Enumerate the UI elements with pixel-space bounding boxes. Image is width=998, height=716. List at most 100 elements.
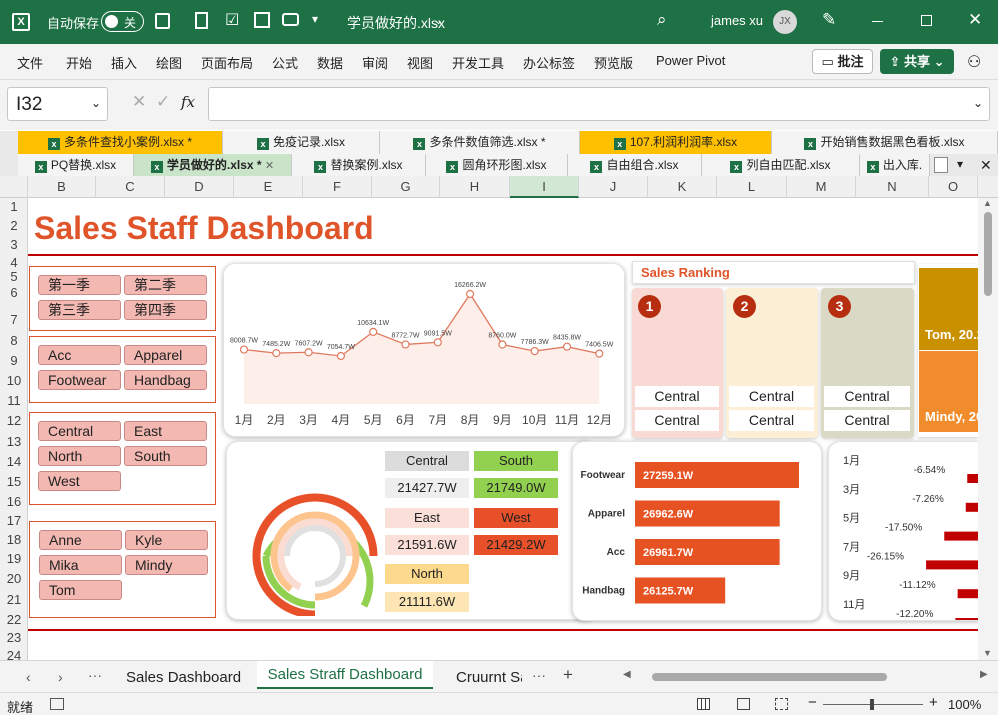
close-icon[interactable]: ✕: [968, 10, 982, 30]
insert-function-icon[interactable]: fx: [181, 93, 195, 111]
enter-icon[interactable]: ✓: [156, 92, 170, 112]
autosave-toggle[interactable]: 关: [101, 11, 144, 32]
page-layout-icon[interactable]: [737, 698, 750, 710]
maximize-icon[interactable]: [921, 15, 932, 26]
worksheet-grid[interactable]: Sales Staff Dashboard 第一季 第二季 第三季 第四季 Ac…: [28, 198, 978, 660]
pen-icon[interactable]: ✎: [822, 10, 836, 30]
cancel-icon[interactable]: ✕: [132, 92, 146, 112]
ribbon-tab-review[interactable]: 审阅: [362, 53, 388, 72]
column-header[interactable]: G: [372, 176, 440, 198]
row-header[interactable]: 11: [0, 393, 28, 408]
sheet-tab-active[interactable]: Sales Straff Dashboard: [257, 661, 433, 689]
check-icon[interactable]: ☑: [225, 10, 239, 30]
more-sheets-icon[interactable]: ···: [88, 667, 102, 683]
comment-button[interactable]: ▭ 批注: [812, 49, 873, 74]
ribbon-tab-formulas[interactable]: 公式: [272, 53, 298, 72]
slicer-item[interactable]: 第四季: [124, 300, 207, 320]
zoom-in-icon[interactable]: +: [929, 694, 938, 711]
column-header[interactable]: O: [929, 176, 978, 198]
hscroll-right-icon[interactable]: ▶: [980, 669, 988, 680]
row-header[interactable]: 9: [0, 353, 28, 368]
ribbon-tab-data[interactable]: 数据: [317, 53, 343, 72]
sheet-tab[interactable]: Sales Dashboard: [126, 669, 241, 686]
slicer-item[interactable]: Handbag: [124, 370, 207, 390]
row-header[interactable]: 4: [0, 255, 28, 270]
ribbon-tab-office-tabs[interactable]: 办公标签: [523, 53, 575, 72]
slicer-item[interactable]: Mika: [39, 555, 122, 575]
column-header[interactable]: F: [303, 176, 372, 198]
slicer-item[interactable]: Central: [38, 421, 121, 441]
close-icon[interactable]: ✕: [980, 157, 992, 174]
column-header[interactable]: H: [440, 176, 510, 198]
customize-icon[interactable]: ▾: [312, 12, 318, 26]
prev-sheet-icon[interactable]: ‹: [26, 669, 31, 685]
select-all-corner[interactable]: [0, 176, 28, 198]
vertical-scrollbar[interactable]: ▲ ▼: [978, 198, 998, 660]
column-header[interactable]: D: [165, 176, 234, 198]
slicer-item[interactable]: Apparel: [124, 345, 207, 365]
workbook-tab[interactable]: x 列自由匹配.xlsx: [702, 154, 860, 177]
workbook-tab[interactable]: x 开始销售数据黑色看板.xlsx: [772, 131, 998, 154]
sheet-tab[interactable]: Cruurnt Sa: [456, 669, 522, 686]
region-sales-card[interactable]: Central South 21427.7W 21749.0W East Wes…: [226, 441, 597, 620]
slicer-item[interactable]: North: [38, 446, 121, 466]
workbook-tab[interactable]: x 自由组合.xlsx: [568, 154, 702, 177]
row-header[interactable]: 22: [0, 612, 28, 627]
row-header[interactable]: 23: [0, 630, 28, 645]
row-header[interactable]: 14: [0, 454, 28, 469]
ribbon-tab-home[interactable]: 开始: [66, 53, 92, 72]
workbook-tab[interactable]: x 圆角环形图.xlsx: [426, 154, 568, 177]
column-header[interactable]: B: [28, 176, 96, 198]
workbook-tab[interactable]: x PQ替换.xlsx: [18, 154, 134, 177]
monthly-growth-chart[interactable]: 1月 -6.54% 3月 -7.26% 5月 -17.50% 7月 -26.15% 9月 -11.…: [828, 441, 978, 621]
workbook-tab[interactable]: x 107.利润利润率.xlsx: [580, 131, 772, 154]
slicer-item[interactable]: 第一季: [38, 275, 121, 295]
workbook-tab[interactable]: x 多条件查找小案例.xlsx *: [18, 131, 223, 154]
row-header[interactable]: 16: [0, 494, 28, 509]
category-bar-chart[interactable]: Footwear 27259.1W Apparel 26962.6W Acc 26961.…: [572, 441, 822, 621]
column-header-selected[interactable]: I: [510, 176, 579, 198]
new-tab-icon[interactable]: [934, 157, 948, 173]
hscroll-left-icon[interactable]: ◀: [623, 669, 631, 680]
row-header[interactable]: 19: [0, 551, 28, 566]
workbook-tab[interactable]: x 多条件数值筛选.xlsx *: [380, 131, 580, 154]
camera-icon[interactable]: [282, 13, 299, 26]
row-header[interactable]: 3: [0, 237, 28, 252]
row-header[interactable]: 6: [0, 285, 28, 300]
row-header[interactable]: 10: [0, 373, 28, 388]
row-header[interactable]: 12: [0, 413, 28, 428]
ribbon-tab-file[interactable]: 文件: [17, 53, 43, 72]
slicer-item[interactable]: Tom: [39, 580, 122, 600]
slicer-item[interactable]: East: [124, 421, 207, 441]
slicer-item[interactable]: Kyle: [125, 530, 208, 550]
ribbon-tab-draw[interactable]: 绘图: [156, 53, 182, 72]
workbook-tab[interactable]: x 免疫记录.xlsx: [223, 131, 380, 154]
zoom-slider-thumb[interactable]: [870, 699, 874, 710]
workbook-tab[interactable]: x 替换案例.xlsx: [292, 154, 426, 177]
slicer-item[interactable]: Anne: [39, 530, 122, 550]
row-header[interactable]: 8: [0, 333, 28, 348]
search-icon[interactable]: ⌕: [657, 10, 667, 30]
column-header[interactable]: M: [787, 176, 856, 198]
ribbon-tab-power-pivot[interactable]: Power Pivot: [656, 53, 725, 68]
horizontal-scrollbar[interactable]: [652, 673, 887, 681]
slicer-item[interactable]: Footwear: [38, 370, 121, 390]
row-header[interactable]: 5: [0, 269, 28, 284]
more-sheets-icon[interactable]: ···: [532, 667, 546, 683]
tab-list-icon[interactable]: ▾: [957, 157, 963, 171]
avatar[interactable]: JX: [773, 10, 797, 34]
ribbon-tab-view[interactable]: 视图: [407, 53, 433, 72]
ribbon-tab-insert[interactable]: 插入: [111, 53, 137, 72]
row-header[interactable]: 2: [0, 218, 28, 233]
next-sheet-icon[interactable]: ›: [58, 669, 63, 685]
column-header[interactable]: J: [579, 176, 648, 198]
slicer-item[interactable]: Acc: [38, 345, 121, 365]
row-header[interactable]: 21: [0, 592, 28, 607]
row-header[interactable]: 15: [0, 474, 28, 489]
zoom-level[interactable]: 100%: [948, 697, 981, 712]
share-button[interactable]: ⇪ 共享 ⌄: [880, 49, 954, 74]
workbook-tab-active[interactable]: x 学员做好的.xlsx * ✕: [134, 154, 292, 177]
zoom-out-icon[interactable]: −: [808, 694, 817, 711]
file-icon[interactable]: [195, 12, 208, 29]
slicer-item[interactable]: 第二季: [124, 275, 207, 295]
